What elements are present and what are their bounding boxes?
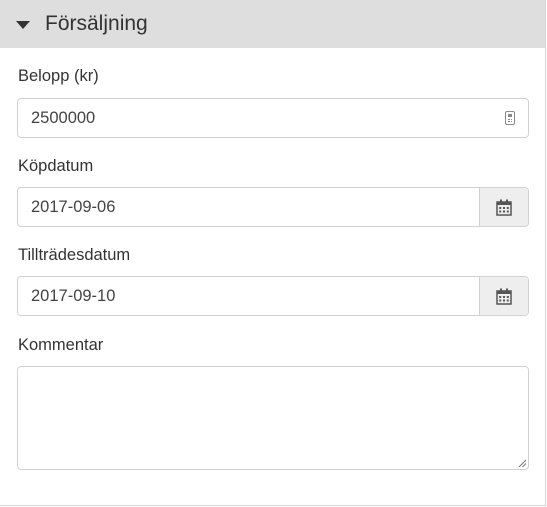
comment-label: Kommentar [18,336,104,354]
section-title: Försäljning [45,12,148,35]
comment-textarea[interactable] [17,366,529,470]
amount-value[interactable]: 2500000 [18,109,505,128]
purchase-date-picker-button[interactable] [479,188,528,226]
access-date-value[interactable]: 2017-09-10 [18,287,479,306]
resize-handle-icon[interactable] [518,459,526,467]
purchase-date-label: Köpdatum [18,157,94,175]
calendar-icon [496,199,512,216]
access-date-picker-button[interactable] [479,277,528,315]
section-header[interactable]: Försäljning [0,0,545,48]
access-date-label: Tillträdesdatum [18,246,131,264]
calculator-icon [505,111,515,125]
calendar-icon [496,288,512,305]
access-date-input[interactable]: 2017-09-10 [17,276,529,316]
caret-down-icon[interactable] [16,21,30,29]
sale-panel: Försäljning Belopp (kr) 2500000 Köpdatum… [0,0,546,506]
purchase-date-input[interactable]: 2017-09-06 [17,187,529,227]
purchase-date-value[interactable]: 2017-09-06 [18,198,479,217]
amount-input[interactable]: 2500000 [17,98,529,138]
amount-label: Belopp (kr) [18,67,99,85]
